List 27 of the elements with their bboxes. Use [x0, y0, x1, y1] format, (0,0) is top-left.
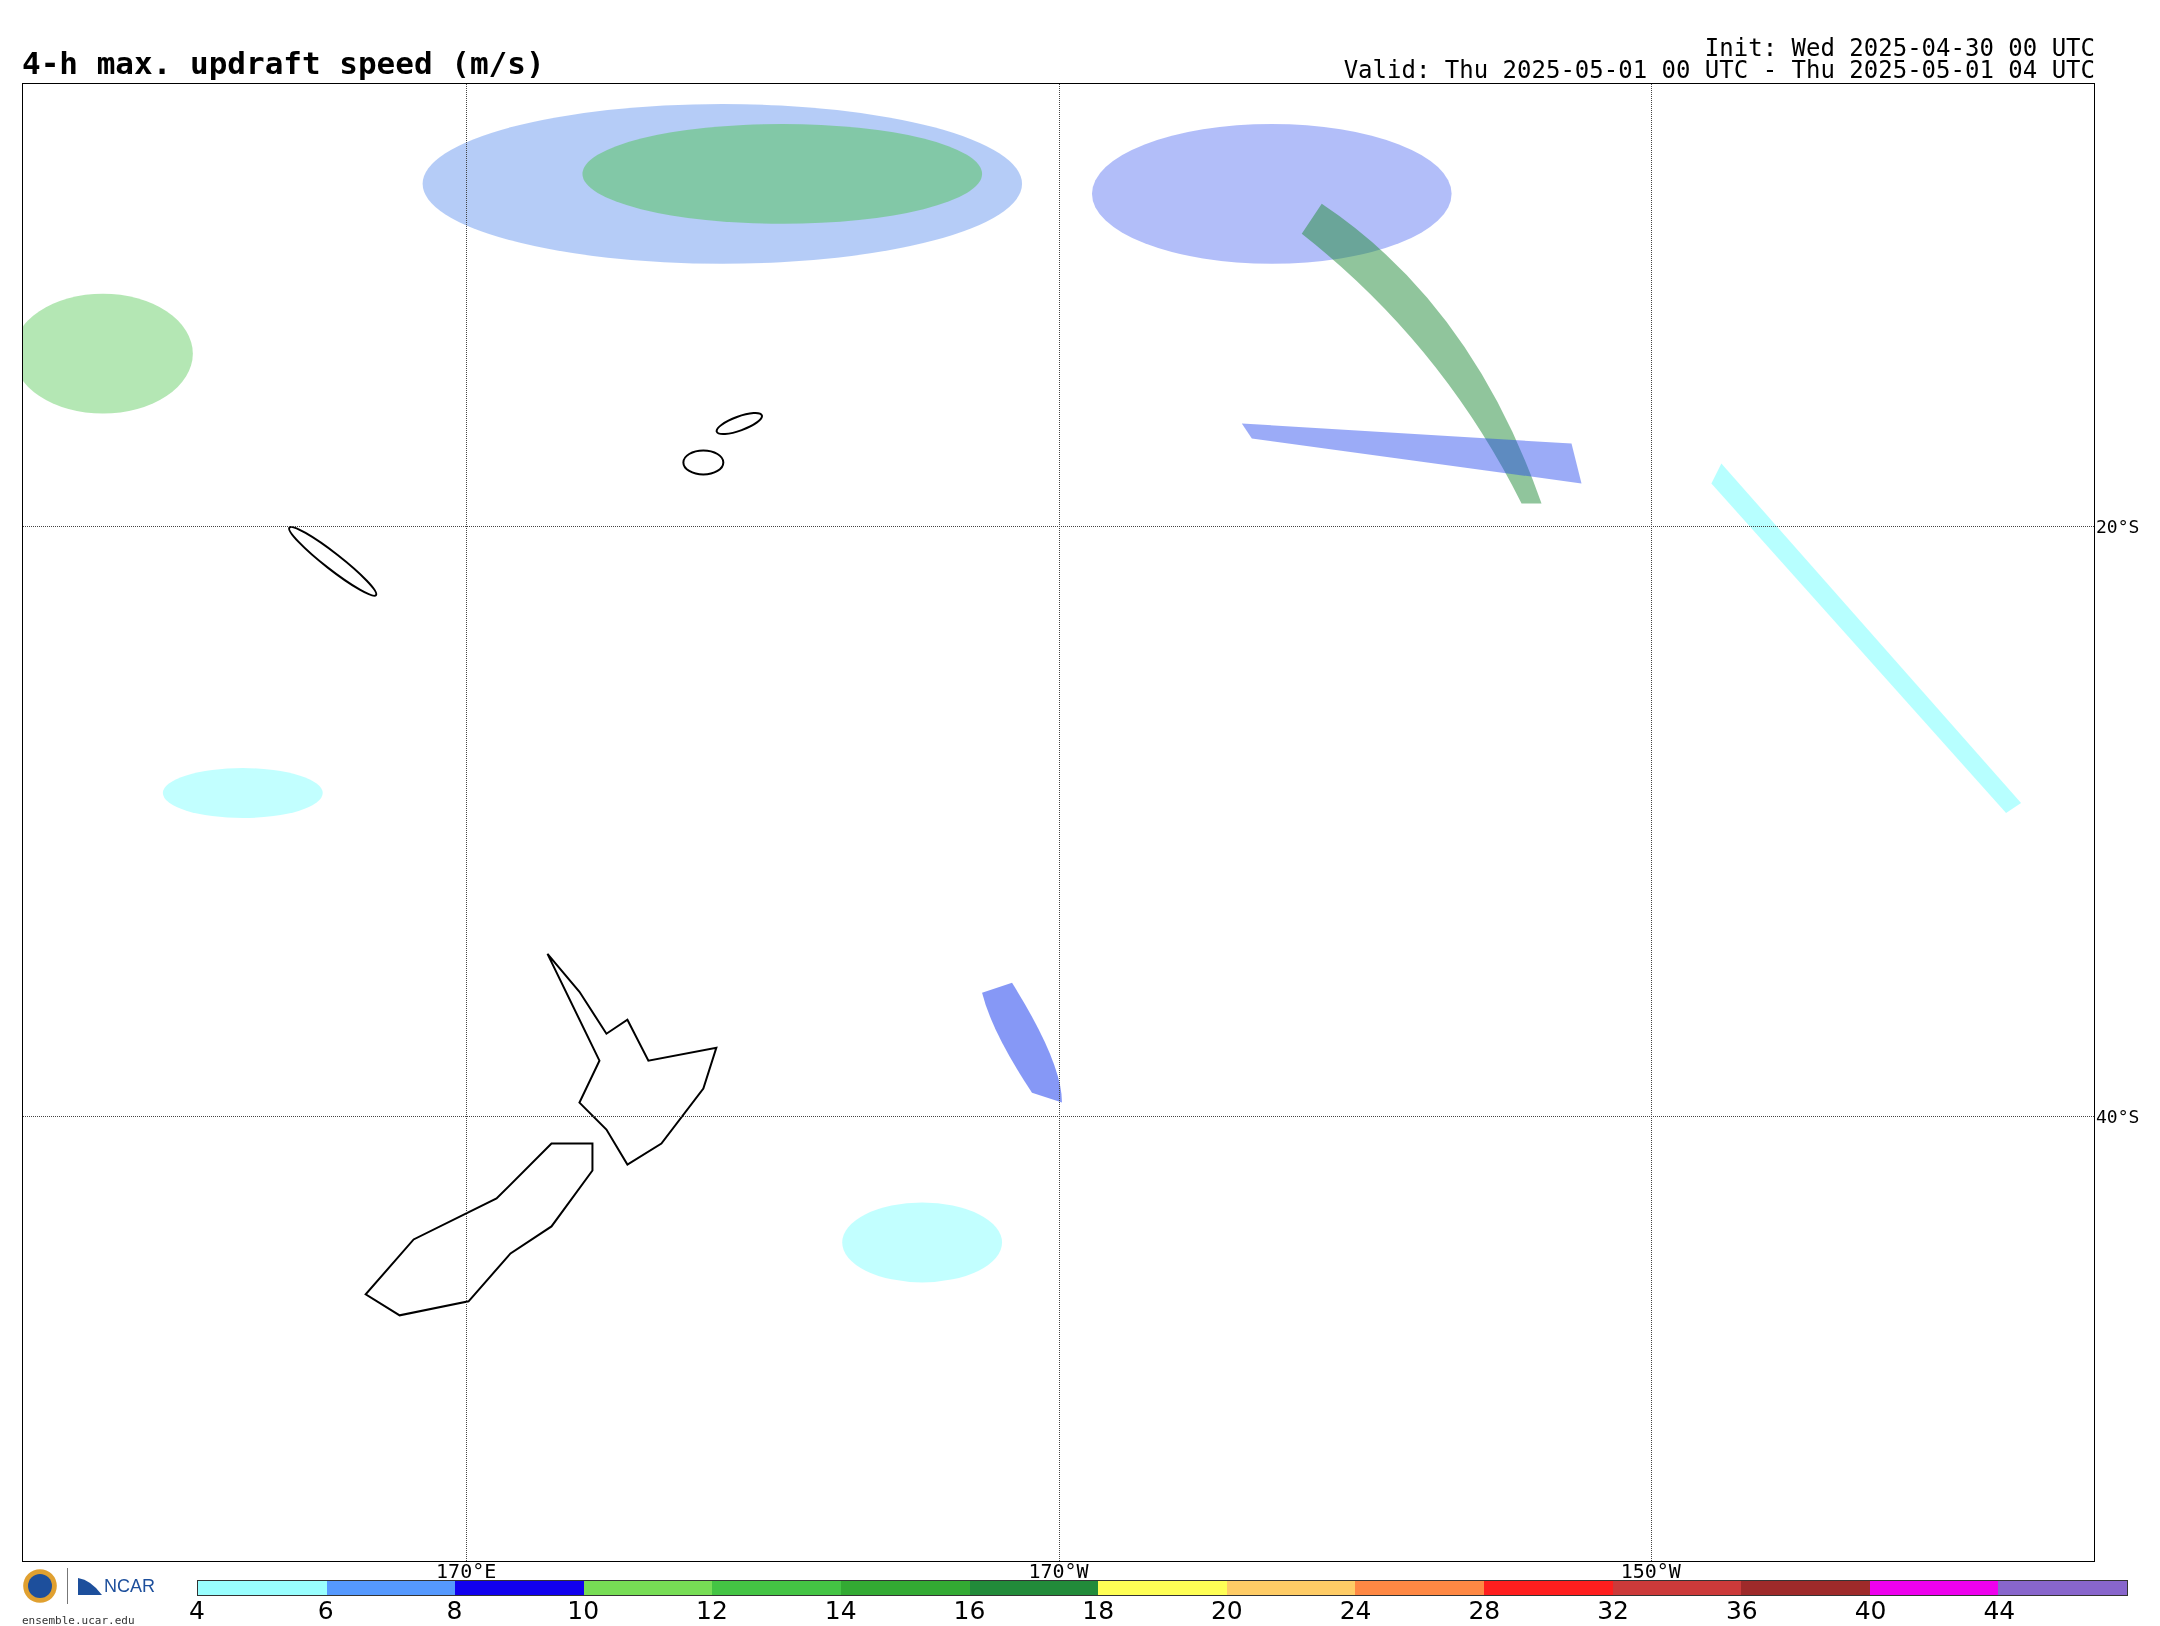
- scale-tick-label: 14: [824, 1598, 857, 1624]
- logo-text: NCAR: [104, 1575, 155, 1597]
- scale-tick-label: 32: [1597, 1598, 1629, 1624]
- seal-icon: [22, 1568, 58, 1604]
- scale-tick-label: 10: [567, 1598, 600, 1624]
- scale-tick-label: 6: [317, 1598, 334, 1624]
- scale-tick-label: 44: [1983, 1598, 2016, 1624]
- scale-tick-label: 36: [1725, 1598, 1758, 1624]
- scale-tick-label: 12: [696, 1598, 728, 1624]
- scale-tick-label: 40: [1854, 1598, 1887, 1624]
- scale-tick-label: 20: [1210, 1598, 1243, 1624]
- init-time: Init: Wed 2025-04-30 00 UTC: [1704, 37, 2095, 59]
- longitude-label: 170°W: [1028, 1561, 1089, 1581]
- longitude-label: 150°W: [1620, 1561, 1681, 1581]
- longitude-label: 170°E: [436, 1561, 497, 1581]
- scale-tick-label: 8: [446, 1598, 463, 1624]
- website-url: ensemble.ucar.edu: [22, 1614, 136, 1626]
- latitude-label: 20°S: [2095, 515, 2140, 537]
- latitude-label: 40°S: [2095, 1105, 2140, 1127]
- scale-tick-label: 4: [189, 1598, 205, 1624]
- chart-title: 4-h max. updraft speed (m/s): [22, 48, 545, 83]
- valid-time: Valid: Thu 2025-05-01 00 UTC - Thu 2025-05-01 04 UTC: [1343, 59, 2095, 81]
- scale-tick-label: 18: [1082, 1598, 1115, 1624]
- scale-tick-label: 28: [1468, 1598, 1501, 1624]
- scale-tick-label: 24: [1339, 1598, 1372, 1624]
- ncar-logo-icon: [77, 1576, 103, 1596]
- scale-tick-label: 16: [953, 1598, 986, 1624]
